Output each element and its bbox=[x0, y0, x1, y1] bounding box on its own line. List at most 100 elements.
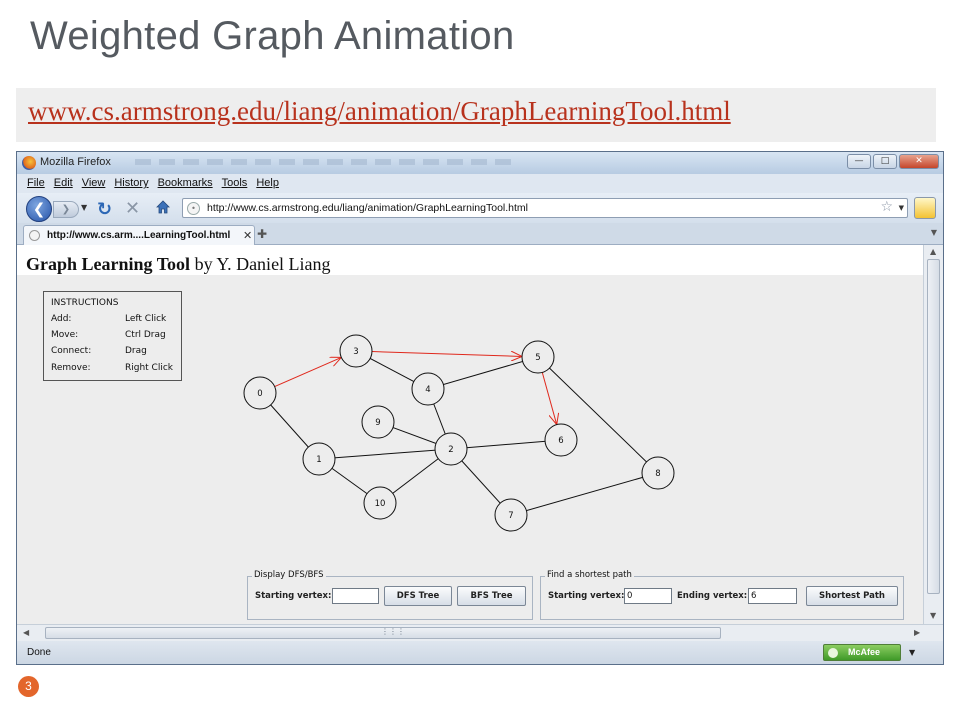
forward-arrow-icon[interactable]: ❯ bbox=[53, 201, 79, 218]
graph-edge-4-5[interactable] bbox=[427, 356, 539, 390]
scroll-grip-icon: ⋮⋮⋮ bbox=[381, 627, 405, 636]
history-dropdown-icon[interactable]: ▼ bbox=[81, 203, 87, 212]
address-dropdown-icon[interactable]: ▼ bbox=[899, 204, 904, 212]
graph-edge-7-8[interactable] bbox=[510, 472, 659, 516]
graph-canvas[interactable]: 0 1 2 3 4 5 6 7 8 9 10 bbox=[17, 245, 923, 565]
vertex-label: 10 bbox=[375, 499, 386, 509]
graph-vertex-9[interactable]: 9 bbox=[361, 405, 395, 439]
dfs-bfs-panel-title: Display DFS/BFS bbox=[252, 570, 326, 580]
tab-strip: http://www.cs.arm....LearningTool.html ✕… bbox=[17, 223, 943, 245]
menu-help[interactable]: Help bbox=[252, 174, 284, 193]
graph-vertex-6[interactable]: 6 bbox=[544, 423, 578, 457]
vertex-label: 2 bbox=[448, 445, 453, 455]
link-banner: www.cs.armstrong.edu/liang/animation/Gra… bbox=[16, 88, 936, 142]
status-bar: Done McAfee ▼ bbox=[17, 641, 943, 664]
vertical-scroll-thumb[interactable] bbox=[927, 259, 940, 594]
page-content: Graph Learning Tool by Y. Daniel Liang I… bbox=[17, 245, 923, 624]
menu-view[interactable]: View bbox=[78, 174, 111, 193]
menu-bar: File Edit View History Bookmarks Tools H… bbox=[17, 174, 943, 193]
mcafee-button[interactable]: McAfee bbox=[823, 644, 901, 661]
vertex-label: 1 bbox=[316, 455, 321, 465]
slide: Weighted Graph Animation www.cs.armstron… bbox=[0, 0, 960, 720]
firefox-logo-icon bbox=[22, 156, 36, 170]
vertex-label: 4 bbox=[425, 385, 430, 395]
menu-history[interactable]: History bbox=[110, 174, 153, 193]
browser-window: Mozilla Firefox — □ ✕ File Edit View His… bbox=[16, 151, 944, 665]
shortest-path-button[interactable]: Shortest Path bbox=[806, 586, 898, 606]
reload-icon[interactable]: ↻ bbox=[97, 199, 112, 220]
site-identity-icon[interactable]: • bbox=[187, 202, 200, 215]
tab-graph-tool[interactable]: http://www.cs.arm....LearningTool.html ✕ bbox=[23, 225, 255, 245]
close-window-button[interactable]: ✕ bbox=[899, 154, 939, 169]
window-title: Mozilla Firefox bbox=[40, 156, 111, 168]
menu-tools[interactable]: Tools bbox=[218, 174, 253, 193]
back-arrow-icon[interactable]: ❮ bbox=[26, 196, 52, 222]
graph-vertex-7[interactable]: 7 bbox=[494, 498, 528, 532]
menu-bookmarks[interactable]: Bookmarks bbox=[154, 174, 218, 193]
scroll-right-icon[interactable]: ▶ bbox=[914, 628, 920, 637]
stop-icon[interactable]: ✕ bbox=[125, 198, 140, 219]
dfs-start-label: Starting vertex: bbox=[255, 591, 332, 601]
shortest-path-panel-title: Find a shortest path bbox=[545, 570, 634, 580]
close-icon[interactable]: ✕ bbox=[243, 229, 252, 242]
menu-file[interactable]: File bbox=[23, 174, 50, 193]
mcafee-dropdown-icon[interactable]: ▼ bbox=[909, 648, 915, 657]
vertex-label: 5 bbox=[535, 353, 540, 363]
tab-favicon-icon bbox=[29, 230, 40, 241]
vertex-label: 0 bbox=[257, 389, 262, 399]
extension-icon[interactable] bbox=[914, 197, 936, 219]
graph-vertex-5[interactable]: 5 bbox=[521, 340, 555, 374]
slide-number-badge: 3 bbox=[18, 676, 39, 697]
menu-edit[interactable]: Edit bbox=[50, 174, 78, 193]
graph-vertex-10[interactable]: 10 bbox=[363, 486, 397, 520]
dfs-tree-button[interactable]: DFS Tree bbox=[384, 586, 452, 606]
address-text[interactable]: http://www.cs.armstrong.edu/liang/animat… bbox=[207, 202, 528, 214]
graph-vertex-4[interactable]: 4 bbox=[411, 372, 445, 406]
sp-end-vertex-input[interactable]: 6 bbox=[748, 588, 797, 604]
horizontal-scroll-thumb[interactable]: ⋮⋮⋮ bbox=[45, 627, 721, 639]
vertex-label: 7 bbox=[508, 511, 513, 521]
slide-title: Weighted Graph Animation bbox=[30, 14, 515, 58]
tab-list-icon[interactable]: ▼ bbox=[931, 228, 937, 237]
star-icon[interactable]: ☆ bbox=[880, 199, 893, 215]
path-edge-0-3[interactable] bbox=[274, 357, 342, 388]
scroll-left-icon[interactable]: ◀ bbox=[23, 628, 29, 637]
graph-edge-2-6[interactable] bbox=[450, 439, 562, 450]
bfs-tree-button[interactable]: BFS Tree bbox=[457, 586, 526, 606]
horizontal-scrollbar[interactable]: ◀ ⋮⋮⋮ ▶ bbox=[17, 624, 943, 641]
graph-vertex-0[interactable]: 0 bbox=[243, 376, 277, 410]
sp-end-label: Ending vertex: bbox=[677, 591, 748, 601]
window-controls: — □ ✕ bbox=[847, 154, 939, 169]
window-titlebar[interactable]: Mozilla Firefox — □ ✕ bbox=[17, 152, 943, 174]
vertical-scrollbar[interactable]: ▲ ▼ bbox=[923, 245, 943, 624]
graph-vertex-2[interactable]: 2 bbox=[434, 432, 468, 466]
tool-url-link[interactable]: www.cs.armstrong.edu/liang/animation/Gra… bbox=[28, 96, 731, 127]
ghosted-menu-reflection bbox=[135, 159, 515, 165]
path-edge-3-5[interactable] bbox=[371, 351, 522, 357]
sp-start-vertex-input[interactable]: 0 bbox=[624, 588, 672, 604]
scroll-up-icon[interactable]: ▲ bbox=[930, 247, 936, 256]
path-edge-5-6[interactable] bbox=[541, 372, 556, 424]
graph-edge-1-2[interactable] bbox=[318, 448, 452, 460]
vertex-label: 9 bbox=[375, 418, 380, 428]
graph-vertex-8[interactable]: 8 bbox=[641, 456, 675, 490]
shortest-path-panel: Find a shortest path Starting vertex: 0 … bbox=[540, 570, 904, 620]
home-icon[interactable] bbox=[155, 199, 171, 215]
sp-start-label: Starting vertex: bbox=[548, 591, 625, 601]
tab-label: http://www.cs.arm....LearningTool.html bbox=[47, 230, 231, 241]
graph-vertex-1[interactable]: 1 bbox=[302, 442, 336, 476]
status-text: Done bbox=[27, 647, 51, 658]
minimize-button[interactable]: — bbox=[847, 154, 871, 169]
dfs-start-vertex-input[interactable] bbox=[332, 588, 379, 604]
dfs-bfs-panel: Display DFS/BFS Starting vertex: DFS Tre… bbox=[247, 570, 533, 620]
vertex-label: 6 bbox=[558, 436, 563, 446]
address-bar[interactable]: • http://www.cs.armstrong.edu/liang/anim… bbox=[182, 198, 908, 218]
vertex-label: 8 bbox=[655, 469, 660, 479]
mcafee-check-icon bbox=[828, 648, 838, 658]
vertex-label: 3 bbox=[353, 347, 358, 357]
scroll-down-icon[interactable]: ▼ bbox=[930, 611, 936, 620]
maximize-button[interactable]: □ bbox=[873, 154, 897, 169]
new-tab-icon[interactable]: ✚ bbox=[257, 227, 267, 241]
graph-vertex-3[interactable]: 3 bbox=[339, 334, 373, 368]
navigation-toolbar: ❮ ❯ ▼ ↻ ✕ • http://www.cs.armstrong.edu/… bbox=[17, 193, 943, 223]
